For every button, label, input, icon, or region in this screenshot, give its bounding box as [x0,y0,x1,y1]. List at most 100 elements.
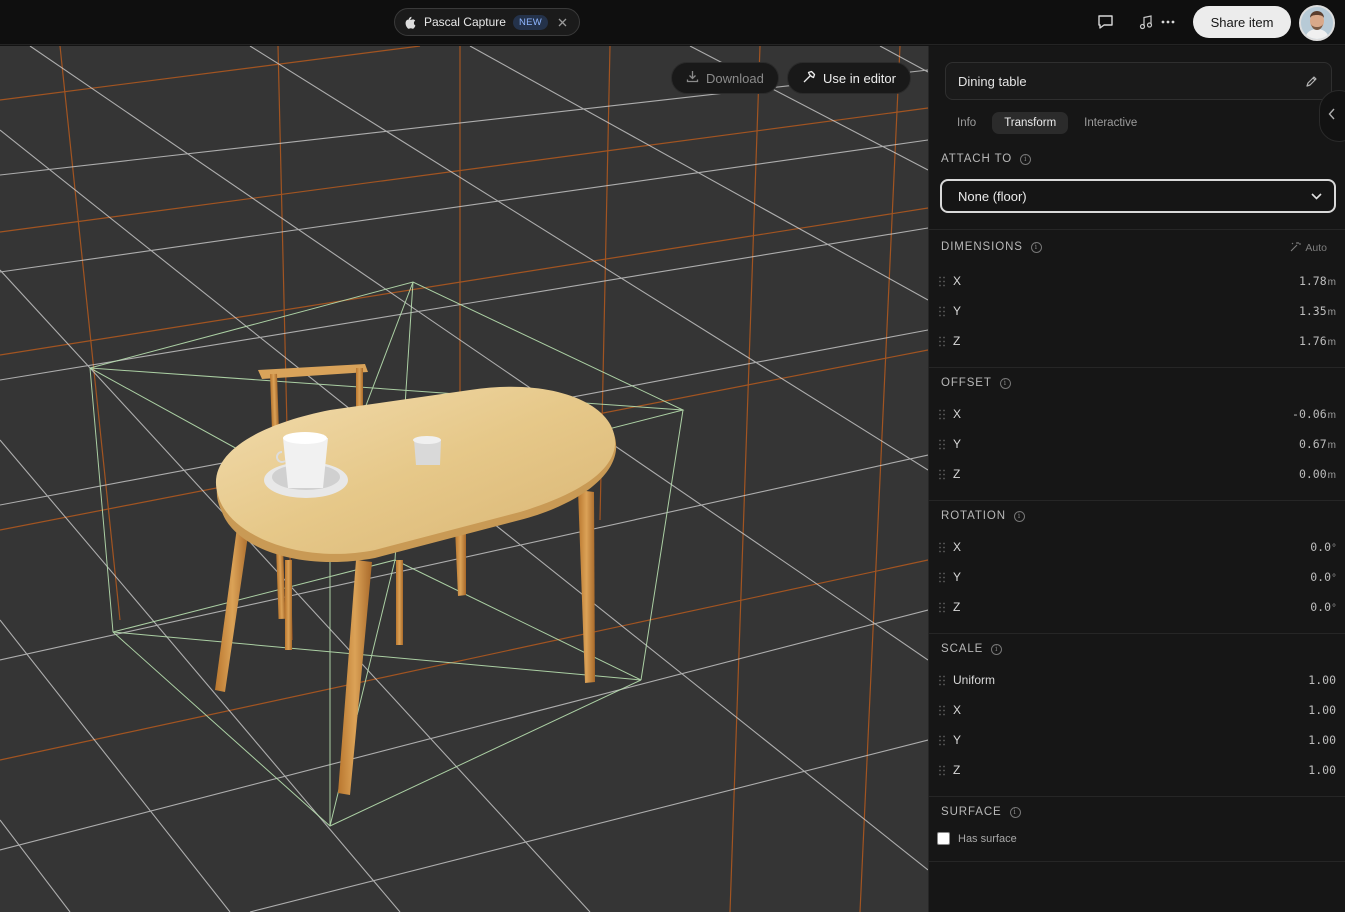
unit: ° [1332,603,1336,614]
divider [929,796,1345,797]
info-icon[interactable]: i [1013,510,1025,522]
drag-handle-icon[interactable] [939,764,947,776]
tab-info[interactable]: Info [945,112,988,134]
offset-y-value[interactable]: 0.67m [1299,437,1336,451]
collapse-panel-button[interactable] [1319,90,1345,142]
attach-to-select[interactable]: None (floor) [940,179,1336,213]
has-surface-checkbox[interactable] [937,832,950,845]
drag-handle-icon[interactable] [939,408,947,420]
rotation-z-row[interactable]: Z 0.0° [939,596,1336,618]
unit: ° [1332,543,1336,554]
info-icon[interactable]: i [991,643,1003,655]
drag-handle-icon[interactable] [939,275,947,287]
magic-wand-icon [1290,241,1302,255]
dimension-z-value[interactable]: 1.76m [1299,334,1336,348]
drag-handle-icon[interactable] [939,704,947,716]
share-item-button[interactable]: Share item [1193,6,1291,38]
close-icon[interactable] [555,15,569,29]
scale-x-value[interactable]: 1.00 [1308,703,1336,717]
more-icon[interactable] [1158,12,1178,32]
drag-handle-icon[interactable] [939,468,947,480]
dimension-x-value[interactable]: 1.78m [1299,274,1336,288]
item-name-field[interactable]: Dining table [945,62,1332,100]
unit: m [1327,470,1336,481]
axis-label: Y [953,733,962,747]
capture-tab[interactable]: Pascal Capture NEW [394,8,580,36]
value-text: 1.76 [1298,334,1327,348]
info-icon[interactable]: i [999,377,1011,389]
chat-icon[interactable] [1095,12,1115,32]
axis-label: Z [953,334,961,348]
download-button[interactable]: Download [671,62,779,94]
axis-label: X [953,703,962,717]
scale-uniform-value[interactable]: 1.00 [1308,673,1336,687]
unit: m [1327,277,1336,288]
rotation-y-row[interactable]: Y 0.0° [939,566,1336,588]
auto-dimensions-button[interactable]: Auto [1290,241,1327,255]
value-text: 1.35 [1298,304,1327,318]
unit: m [1327,307,1336,318]
drag-handle-icon[interactable] [939,734,947,746]
axis-label: Z [953,467,961,481]
offset-x-row[interactable]: X -0.06m [939,403,1336,425]
new-badge: NEW [512,14,549,30]
scale-x-row[interactable]: X 1.00 [939,699,1336,721]
avatar[interactable] [1299,5,1335,41]
tab-interactive[interactable]: Interactive [1072,112,1149,134]
rotation-y-value[interactable]: 0.0° [1310,570,1336,584]
offset-x-value[interactable]: -0.06m [1292,407,1336,421]
scale-y-row[interactable]: Y 1.00 [939,729,1336,751]
value-text: 0.0 [1310,540,1331,554]
info-icon[interactable]: i [1020,153,1032,165]
rotation-z-value[interactable]: 0.0° [1310,600,1336,614]
drag-handle-icon[interactable] [939,335,947,347]
dimension-y-value[interactable]: 1.35m [1299,304,1336,318]
download-label: Download [706,70,764,86]
info-icon[interactable]: i [1030,241,1042,253]
has-surface-label: Has surface [958,832,1017,845]
pencil-icon[interactable] [1303,73,1319,89]
music-icon[interactable] [1136,12,1156,32]
scale-uniform-row[interactable]: Uniform 1.00 [939,669,1336,691]
scale-z-row[interactable]: Z 1.00 [939,759,1336,781]
drag-handle-icon[interactable] [939,571,947,583]
value-text: -0.06 [1292,407,1327,421]
drag-handle-icon[interactable] [939,674,947,686]
axis-label: Z [953,763,961,777]
unit: m [1327,337,1336,348]
use-in-editor-button[interactable]: Use in editor [787,62,911,94]
scale-label: SCALE [941,643,984,655]
offset-y-row[interactable]: Y 0.67m [939,433,1336,455]
dimension-y-row[interactable]: Y 1.35m [939,300,1336,322]
info-icon[interactable]: i [1009,806,1021,818]
divider [929,500,1345,501]
3d-viewport[interactable]: Download Use in editor [0,46,928,912]
scene-canvas[interactable] [0,46,928,912]
axis-label: Y [953,437,962,451]
item-name: Dining table [958,73,1027,89]
divider [929,367,1345,368]
drag-handle-icon[interactable] [939,601,947,613]
drag-handle-icon[interactable] [939,305,947,317]
value-text: 1.78 [1298,274,1327,288]
tab-title: Pascal Capture [423,15,506,29]
drag-handle-icon[interactable] [939,541,947,553]
scale-y-value[interactable]: 1.00 [1308,733,1336,747]
offset-z-value[interactable]: 0.00m [1299,467,1336,481]
rotation-x-row[interactable]: X 0.0° [939,536,1336,558]
axis-label: X [953,274,962,288]
apple-icon [405,15,417,29]
chevron-left-icon [1328,107,1336,125]
drag-handle-icon[interactable] [939,438,947,450]
offset-z-row[interactable]: Z 0.00m [939,463,1336,485]
properties-panel: Dining table Info Transform Interactive … [928,46,1345,912]
value-text: 0.0 [1310,600,1331,614]
tab-transform[interactable]: Transform [992,112,1069,134]
unit: ° [1332,573,1336,584]
has-surface-option[interactable]: Has surface [937,832,1017,845]
dimension-x-row[interactable]: X 1.78m [939,270,1336,292]
panel-tabs: Info Transform Interactive [945,112,1149,134]
scale-z-value[interactable]: 1.00 [1308,763,1336,777]
rotation-x-value[interactable]: 0.0° [1310,540,1336,554]
dimension-z-row[interactable]: Z 1.76m [939,330,1336,352]
